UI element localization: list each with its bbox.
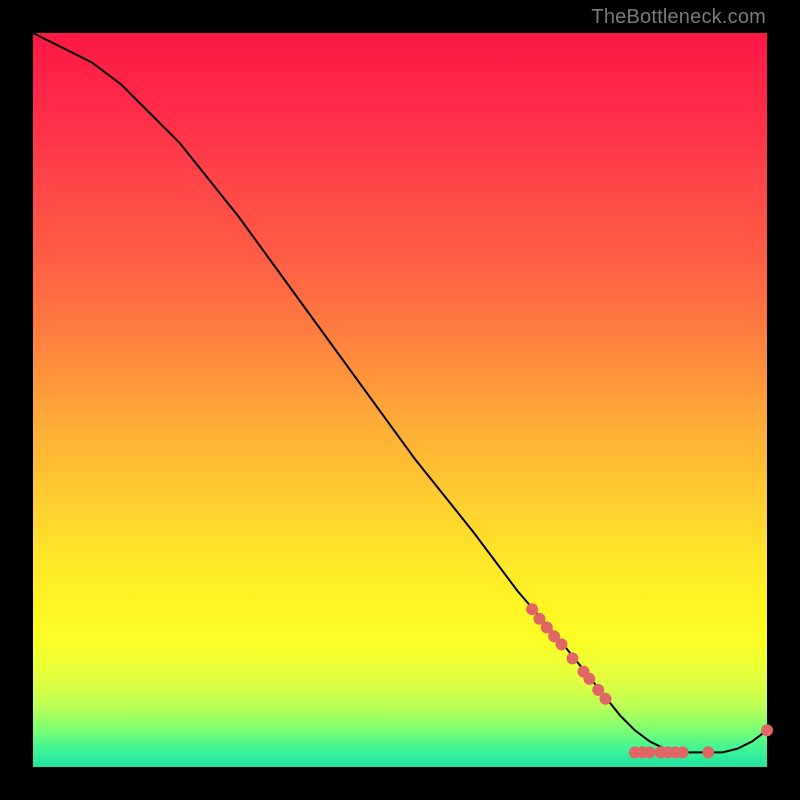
data-point <box>677 746 689 758</box>
data-point <box>761 724 773 736</box>
data-point <box>644 746 656 758</box>
data-point <box>566 652 578 664</box>
chart-container: TheBottleneck.com <box>0 0 800 800</box>
watermark-text: TheBottleneck.com <box>591 6 766 29</box>
curve-layer <box>33 33 767 767</box>
data-point <box>526 603 538 615</box>
data-point <box>583 673 595 685</box>
data-points <box>526 603 773 758</box>
bottleneck-curve <box>33 33 767 752</box>
plot-area <box>33 33 767 767</box>
data-point <box>555 638 567 650</box>
data-point <box>702 746 714 758</box>
data-point <box>600 693 612 705</box>
